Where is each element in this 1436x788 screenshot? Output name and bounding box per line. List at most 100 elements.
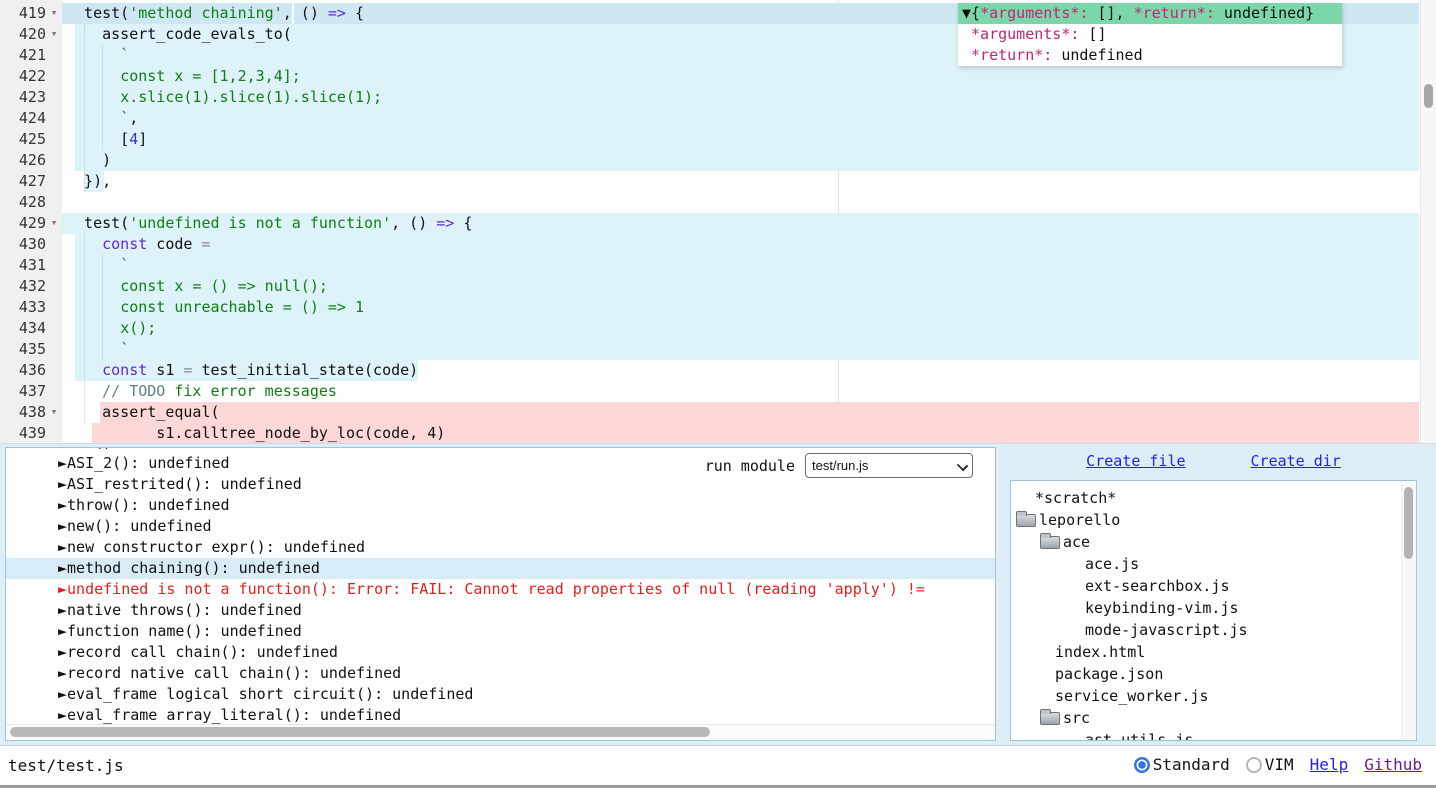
status-bar: test/test.js Standard VIM Help Github [0, 745, 1436, 788]
tooltip-entry[interactable]: *return*: undefined [958, 45, 1342, 66]
code-line[interactable]: ` [66, 339, 129, 360]
radio-standard[interactable] [1134, 757, 1150, 773]
code-line[interactable]: assert_code_evals_to( [66, 24, 292, 45]
code-line[interactable]: x.slice(1).slice(1).slice(1); [66, 87, 382, 108]
code-token: ` [120, 109, 129, 127]
tree-folder[interactable]: ace [1011, 531, 1416, 553]
code-line[interactable]: [4] [66, 129, 147, 150]
code-line[interactable]: ) [66, 150, 111, 171]
files-scrollbar-track[interactable] [1401, 481, 1416, 740]
github-link[interactable]: Github [1364, 755, 1422, 774]
code-line[interactable]: test('undefined is not a function', () =… [66, 213, 472, 234]
code-line[interactable]: const code = [66, 234, 220, 255]
tree-item[interactable]: ace.js [1011, 553, 1416, 575]
test-result-row[interactable]: ►eval_frame array_literal(): undefined [6, 705, 995, 726]
tree-item-label: src [1063, 707, 1090, 729]
tooltip-rows[interactable]: *arguments*: [] *return*: undefined [958, 24, 1342, 66]
tree-item[interactable]: mode-javascript.js [1011, 619, 1416, 641]
code-line[interactable]: `, [66, 108, 138, 129]
code-line[interactable]: test('method chaining', () => { [66, 3, 364, 24]
code-token [66, 361, 102, 379]
logs-hscrollbar-thumb[interactable] [10, 727, 710, 737]
code-line[interactable]: }), [66, 171, 111, 192]
create-file-link[interactable]: Create file [1086, 452, 1185, 470]
help-link[interactable]: Help [1310, 755, 1349, 774]
code-token: s1.calltree_node_by_loc(code, 4) [66, 424, 445, 442]
code-line[interactable]: x(); [66, 318, 156, 339]
test-result-row[interactable]: ►new constructor expr(): undefined [6, 537, 995, 558]
tree-item[interactable]: ext-searchbox.js [1011, 575, 1416, 597]
code-line[interactable]: assert_equal( [66, 402, 220, 423]
radio-vim[interactable] [1246, 757, 1262, 773]
tree-item[interactable]: index.html [1011, 641, 1416, 663]
line-number: 439 [0, 423, 62, 444]
logs-hscrollbar-track[interactable] [6, 724, 995, 739]
test-result-row[interactable]: ►new(): undefined [6, 516, 995, 537]
code-token [66, 235, 102, 253]
test-result-row[interactable]: ►function name(): undefined [6, 621, 995, 642]
code-token: [], [1088, 4, 1133, 22]
code-line[interactable]: s1.calltree_node_by_loc(code, 4) [66, 423, 445, 444]
code-line[interactable]: ` [66, 45, 129, 66]
keybinding-vim-option[interactable]: VIM [1246, 755, 1294, 774]
line-number: 424 [0, 108, 62, 129]
code-token: assert_equal( [66, 403, 220, 421]
tree-item-label: ext-searchbox.js [1085, 575, 1230, 597]
file-tree-panel[interactable]: *scratch*leporelloaceace.jsext-searchbox… [1010, 480, 1417, 741]
test-result-row[interactable]: ►eval_frame logical short circuit(): und… [6, 684, 995, 705]
fold-arrow-icon[interactable]: ▾ [48, 24, 60, 45]
keybinding-standard-option[interactable]: Standard [1134, 755, 1230, 774]
line-number: 425 [0, 129, 62, 150]
code-token: const x = () => null(); [120, 277, 328, 295]
tooltip-entry[interactable]: *arguments*: [] [958, 24, 1342, 45]
code-token: , () [391, 214, 436, 232]
code-token: assert_code_evals_to( [66, 25, 292, 43]
log-list: ►ASI(): undefined►ASI_2(): undefined►ASI… [6, 447, 995, 726]
logs-panel[interactable]: ►ASI(): undefined►ASI_2(): undefined►ASI… [5, 447, 996, 741]
code-line[interactable]: const unreachable = () => 1 [66, 297, 364, 318]
editor-scrollbar-thumb[interactable] [1424, 84, 1433, 108]
files-scrollbar-thumb[interactable] [1404, 487, 1413, 559]
bottom-area: ►ASI(): undefined►ASI_2(): undefined►ASI… [0, 444, 1436, 745]
create-dir-link[interactable]: Create dir [1251, 452, 1341, 470]
tooltip-header[interactable]: ▼{*arguments*: [], *return*: undefined} [958, 3, 1342, 24]
tree-folder[interactable]: leporello [1011, 509, 1416, 531]
tree-item[interactable]: *scratch* [1011, 487, 1416, 509]
tree-folder[interactable]: src [1011, 707, 1416, 729]
test-result-row[interactable]: ►record native call chain(): undefined [6, 663, 995, 684]
code-line[interactable]: // TODO fix error messages [66, 381, 337, 402]
code-token: test( [66, 4, 129, 22]
code-line[interactable]: const x = [1,2,3,4]; [66, 66, 301, 87]
editor-scrollbar-track[interactable] [1420, 0, 1436, 444]
tree-item[interactable]: keybinding-vim.js [1011, 597, 1416, 619]
code-token: => [328, 4, 346, 22]
line-number: 432 [0, 276, 62, 297]
code-token: *arguments*: [971, 25, 1079, 43]
run-module-select[interactable]: test/run.js [805, 453, 973, 478]
tree-item[interactable]: service_worker.js [1011, 685, 1416, 707]
code-token [962, 25, 971, 43]
test-result-row[interactable]: ►undefined is not a function(): Error: F… [6, 579, 995, 600]
test-result-row[interactable]: ►record call chain(): undefined [6, 642, 995, 663]
value-inspector-tooltip[interactable]: ▼{*arguments*: [], *return*: undefined} … [958, 3, 1342, 66]
test-result-row[interactable]: ►throw(): undefined [6, 495, 995, 516]
code-line[interactable]: const s1 = test_initial_state(code) [66, 360, 418, 381]
code-token [66, 319, 120, 337]
code-token: [ [66, 130, 129, 148]
fold-arrow-icon[interactable]: ▾ [48, 3, 60, 24]
tree-item[interactable]: package.json [1011, 663, 1416, 685]
code-line[interactable]: const x = () => null(); [66, 276, 328, 297]
execution-highlight [75, 108, 1419, 129]
line-number-gutter[interactable]: 419▾420▾421422423424425426427428429▾4304… [0, 0, 62, 444]
fold-arrow-icon[interactable]: ▾ [48, 213, 60, 234]
tree-item-label: ace.js [1085, 553, 1139, 575]
test-result-row[interactable]: ►method chaining(): undefined [6, 558, 995, 579]
tree-item[interactable]: ast_utils.js [1011, 729, 1416, 741]
code-token: ▼{ [962, 4, 980, 22]
test-result-row[interactable]: ►native throws(): undefined [6, 600, 995, 621]
code-token: *arguments*: [980, 4, 1088, 22]
code-editor[interactable]: test('method chaining', () => { assert_c… [0, 0, 1436, 444]
code-line[interactable]: ` [66, 255, 129, 276]
fold-arrow-icon[interactable]: ▾ [48, 402, 60, 423]
code-token: ` [120, 46, 129, 64]
